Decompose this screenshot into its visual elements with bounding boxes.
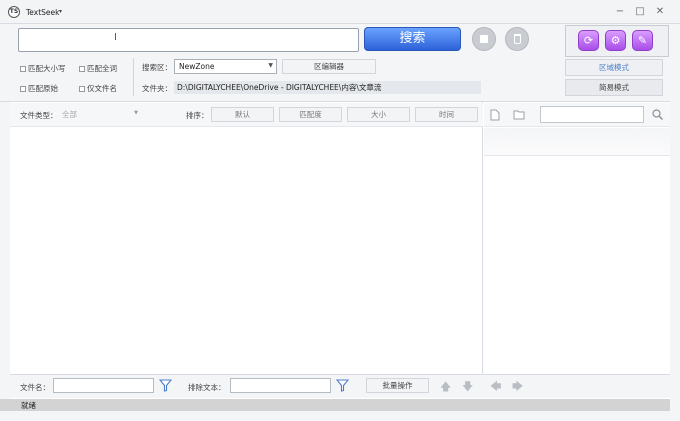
- wrench-icon: ✎: [637, 34, 648, 47]
- sort-size-button[interactable]: 大小: [347, 107, 410, 122]
- close-button[interactable]: ✕: [652, 4, 668, 20]
- right-margin: [670, 24, 680, 411]
- batch-operation-button[interactable]: 批量操作: [366, 378, 429, 393]
- app-logo-icon: TS: [8, 6, 20, 18]
- app-title: TextSeek: [26, 8, 60, 17]
- settings-button[interactable]: ⚙: [605, 30, 626, 51]
- match-case-checkbox[interactable]: 匹配大小写: [20, 63, 66, 74]
- minimize-button[interactable]: −: [612, 4, 628, 20]
- file-type-value: 全部: [62, 110, 77, 119]
- trash-icon: [514, 34, 521, 44]
- tools-button[interactable]: ✎: [632, 30, 653, 51]
- filename-only-checkbox[interactable]: 仅文件名: [79, 83, 117, 94]
- chevron-down-icon: ▼: [268, 62, 273, 69]
- arrow-up-icon[interactable]: 🡅: [440, 378, 451, 397]
- filename-only-label: 仅文件名: [87, 84, 117, 93]
- stop-icon: [480, 35, 488, 43]
- arrow-left-icon[interactable]: 🡄: [490, 378, 501, 397]
- search-input[interactable]: [18, 28, 359, 52]
- results-list[interactable]: [10, 102, 483, 374]
- left-margin: [0, 102, 10, 399]
- sort-default-button[interactable]: 默认: [211, 107, 274, 122]
- status-text: 就绪: [21, 401, 36, 410]
- search-zone-label: 搜索区：: [142, 63, 172, 72]
- chevron-down-icon: ▼: [134, 110, 138, 116]
- search-zone-value: NewZone: [179, 62, 215, 71]
- filename-filter-input[interactable]: [53, 378, 154, 393]
- divider: [133, 58, 134, 96]
- file-type-select[interactable]: 全部 ▼: [60, 107, 140, 122]
- preview-search-input[interactable]: [540, 106, 644, 123]
- file-icon[interactable]: [490, 109, 500, 121]
- search-zone-select[interactable]: NewZone ▼: [174, 59, 277, 74]
- sort-time-button[interactable]: 时间: [415, 107, 478, 122]
- match-whole-word-checkbox[interactable]: 匹配全词: [79, 63, 117, 74]
- stop-button[interactable]: [472, 27, 496, 51]
- simple-mode-button[interactable]: 简易模式: [565, 79, 663, 96]
- match-original-checkbox[interactable]: 匹配原始: [20, 83, 58, 94]
- clear-button[interactable]: [505, 27, 529, 51]
- maximize-button[interactable]: □: [632, 4, 648, 20]
- filter-icon[interactable]: [159, 379, 172, 392]
- folder-path: D:\DIGITALYCHEE\OneDrive - DIGITALYCHEE\…: [174, 81, 481, 94]
- preview-header: [484, 128, 670, 156]
- search-icon[interactable]: [652, 109, 663, 120]
- arrow-down-icon[interactable]: 🡇: [462, 378, 473, 397]
- match-original-label: 匹配原始: [28, 84, 58, 93]
- sort-label: 排序：: [186, 111, 209, 120]
- zone-editor-button[interactable]: 区编辑器: [282, 59, 376, 74]
- text-cursor-icon: I: [114, 32, 117, 43]
- refresh-index-button[interactable]: ⟳: [578, 30, 599, 51]
- file-type-label: 文件类型：: [20, 111, 58, 120]
- gear-icon: ⚙: [610, 34, 621, 47]
- match-case-label: 匹配大小写: [28, 64, 66, 73]
- window-bottom-edge: [0, 411, 680, 421]
- arrow-right-icon[interactable]: 🡆: [512, 378, 523, 397]
- exclude-text-label: 排除文本：: [188, 383, 226, 392]
- filename-filter-label: 文件名：: [20, 383, 50, 392]
- refresh-icon: ⟳: [583, 34, 594, 47]
- status-bar: 就绪: [0, 399, 670, 411]
- search-button[interactable]: 搜索: [364, 27, 461, 51]
- filter-icon[interactable]: [336, 379, 349, 392]
- app-menu-dropdown-icon[interactable]: ▾: [59, 8, 62, 15]
- title-bar: [0, 0, 680, 24]
- folder-icon[interactable]: [513, 110, 525, 120]
- zone-mode-button[interactable]: 区域模式: [565, 59, 663, 76]
- exclude-text-input[interactable]: [230, 378, 331, 393]
- sort-match-button[interactable]: 匹配度: [279, 107, 342, 122]
- match-whole-word-label: 匹配全词: [87, 64, 117, 73]
- folder-label: 文件夹：: [142, 84, 172, 93]
